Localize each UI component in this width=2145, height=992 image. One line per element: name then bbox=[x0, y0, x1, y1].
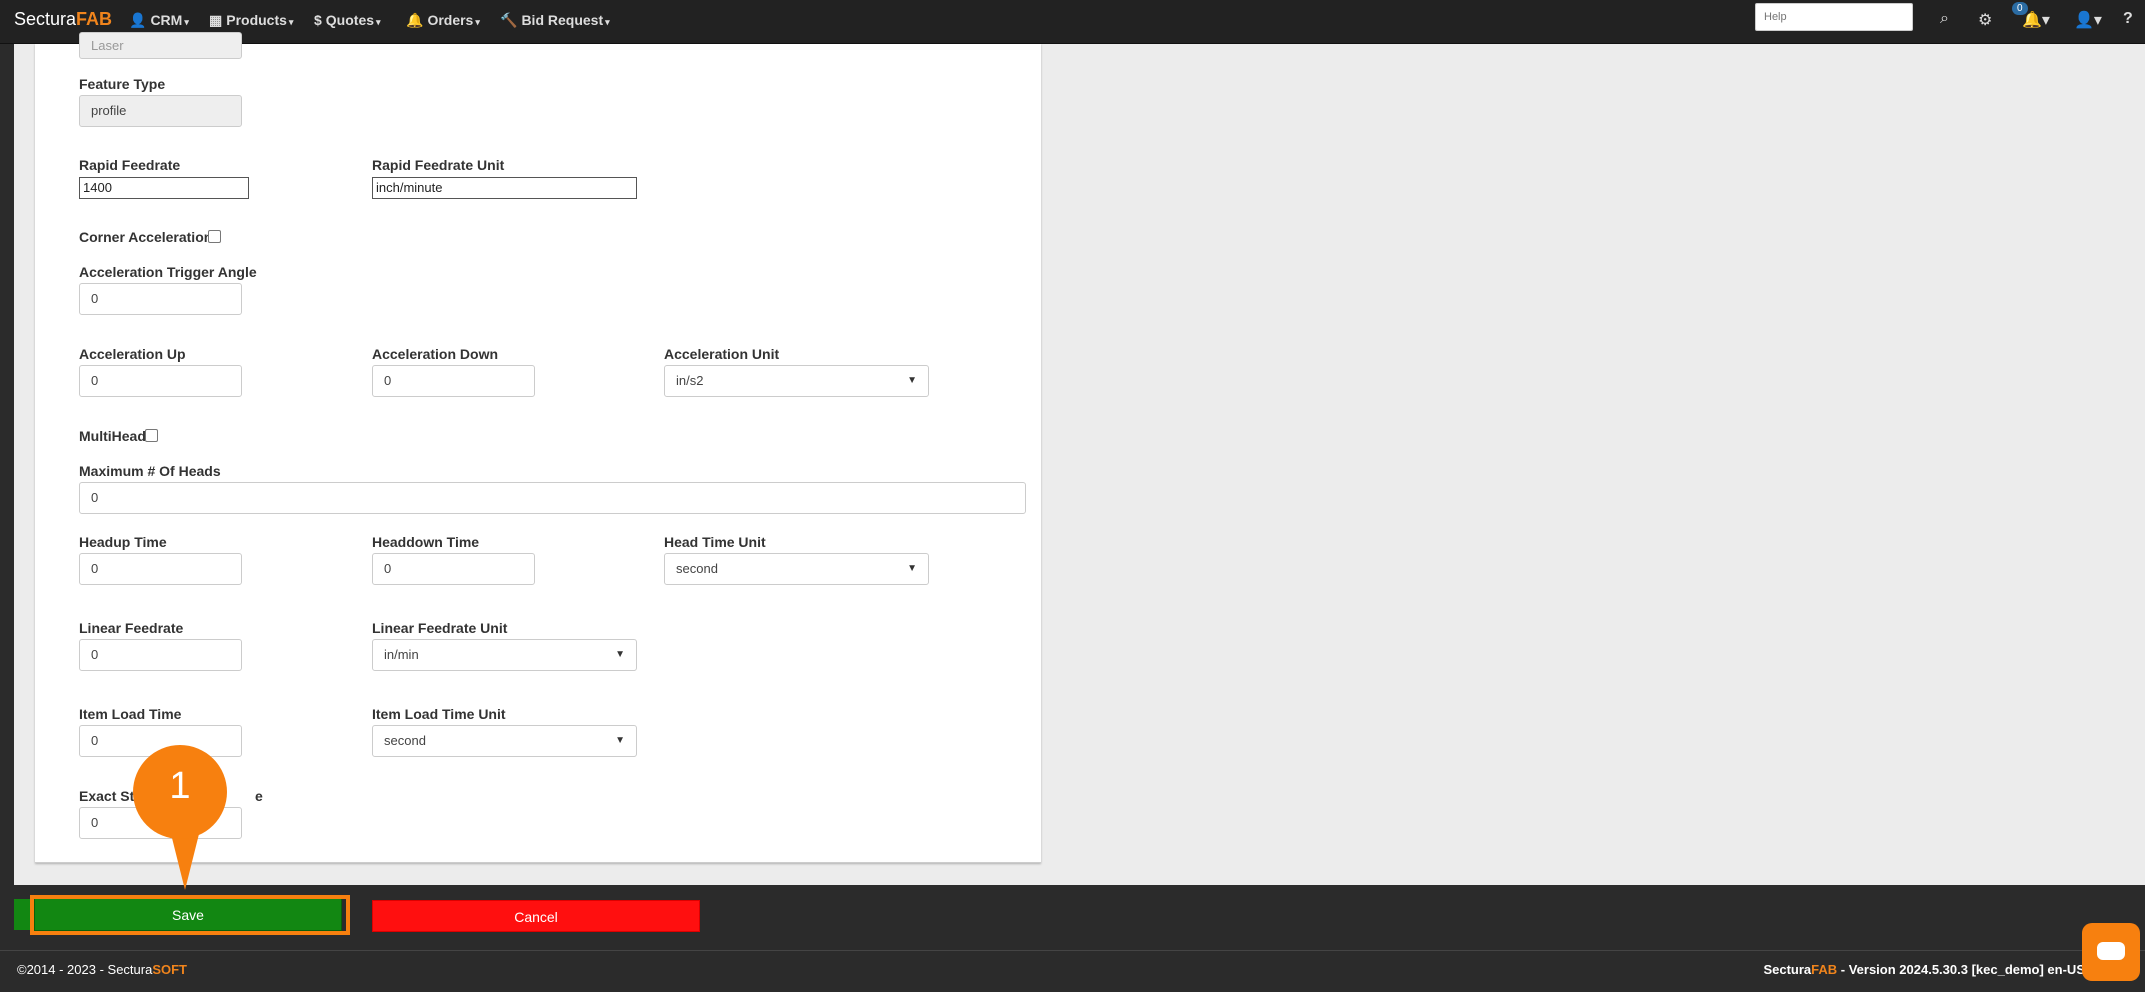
item-load-time-unit-select[interactable]: second ▼ bbox=[372, 725, 637, 757]
headdown-time-label: Headdown Time bbox=[372, 534, 480, 550]
multihead-checkbox[interactable] bbox=[145, 429, 158, 442]
headdown-time-input[interactable]: 0 bbox=[372, 553, 535, 585]
help-search-input[interactable] bbox=[1755, 3, 1913, 31]
rapid-feedrate-input[interactable]: 1400 bbox=[79, 177, 249, 199]
caret-down-icon: ▾ bbox=[184, 17, 189, 27]
maximum-heads-input[interactable]: 0 bbox=[79, 482, 1026, 514]
user-icon: 👤 bbox=[129, 12, 147, 28]
multihead-label: MultiHead bbox=[79, 428, 146, 444]
item-load-time-label: Item Load Time bbox=[79, 706, 182, 722]
corner-acceleration-checkbox[interactable] bbox=[208, 230, 221, 243]
brand-logo[interactable]: SecturaFAB bbox=[14, 9, 112, 30]
acceleration-unit-select[interactable]: in/s2 ▼ bbox=[664, 365, 929, 397]
gear-icon[interactable]: ⚙ bbox=[1978, 10, 1992, 30]
machine-settings-form: Laser Feature Type profile Rapid Feedrat… bbox=[35, 32, 1041, 863]
cancel-button[interactable]: Cancel bbox=[372, 900, 700, 932]
exact-stop-label-end: e bbox=[255, 788, 263, 804]
exact-stop-label: Exact St bbox=[79, 788, 135, 804]
dropdown-arrow-icon: ▼ bbox=[615, 649, 625, 660]
acceleration-trigger-angle-input[interactable]: 0 bbox=[79, 283, 242, 315]
feature-type-field: profile bbox=[79, 95, 242, 127]
maximum-heads-label: Maximum # Of Heads bbox=[79, 463, 221, 479]
rapid-feedrate-label: Rapid Feedrate bbox=[79, 157, 181, 173]
head-time-unit-label: Head Time Unit bbox=[664, 534, 766, 550]
nav-products[interactable]: ▦ Products ▾ bbox=[209, 12, 293, 29]
user-menu-icon[interactable]: 👤▾ bbox=[2074, 10, 2102, 30]
copyright-text: ©2014 - 2023 - SecturaSOFT bbox=[17, 962, 187, 977]
headup-time-label: Headup Time bbox=[79, 534, 167, 550]
rapid-feedrate-unit-input[interactable]: inch/minute bbox=[372, 177, 637, 199]
corner-acceleration-label: Corner Acceleration bbox=[79, 229, 213, 245]
acceleration-trigger-angle-label: Acceleration Trigger Angle bbox=[79, 264, 257, 280]
notifications-bell-icon[interactable]: 🔔▾ bbox=[2022, 10, 2050, 30]
item-load-time-unit-label: Item Load Time Unit bbox=[372, 706, 506, 722]
rapid-feedrate-unit-label: Rapid Feedrate Unit bbox=[372, 157, 505, 173]
chat-bubble-icon bbox=[2097, 942, 2125, 960]
acceleration-up-input[interactable]: 0 bbox=[79, 365, 242, 397]
dropdown-arrow-icon: ▼ bbox=[907, 563, 917, 574]
feature-type-label: Feature Type bbox=[79, 76, 166, 92]
headup-time-input[interactable]: 0 bbox=[79, 553, 242, 585]
table-icon: ▦ bbox=[209, 12, 223, 28]
caret-down-icon: ▾ bbox=[475, 17, 480, 27]
bell-icon: 🔔 bbox=[406, 12, 424, 28]
step-marker-number: 1 bbox=[169, 765, 191, 807]
help-question-icon[interactable]: ? bbox=[2123, 10, 2133, 28]
nav-bid-request[interactable]: 🔨 Bid Request ▾ bbox=[500, 12, 610, 29]
acceleration-down-label: Acceleration Down bbox=[372, 346, 499, 362]
gavel-icon: 🔨 bbox=[500, 12, 518, 28]
head-time-unit-select[interactable]: second ▼ bbox=[664, 553, 929, 585]
linear-feedrate-label: Linear Feedrate bbox=[79, 620, 184, 636]
acceleration-unit-label: Acceleration Unit bbox=[664, 346, 780, 362]
nav-quotes[interactable]: $ Quotes ▾ bbox=[314, 12, 381, 28]
dollar-icon: $ bbox=[314, 12, 322, 28]
acceleration-down-input[interactable]: 0 bbox=[372, 365, 535, 397]
nav-crm[interactable]: 👤 CRM ▾ bbox=[129, 12, 189, 29]
caret-down-icon: ▾ bbox=[376, 17, 381, 27]
top-navbar: SecturaFAB 👤 CRM ▾ ▦ Products ▾ $ Quotes ▾ 🔔 Or… bbox=[0, 0, 2145, 44]
linear-feedrate-unit-label: Linear Feedrate Unit bbox=[372, 620, 508, 636]
dropdown-arrow-icon: ▼ bbox=[907, 375, 917, 386]
caret-down-icon: ▾ bbox=[605, 17, 610, 27]
nav-orders[interactable]: 🔔 Orders ▾ bbox=[406, 12, 480, 29]
search-icon[interactable]: ⌕ bbox=[1940, 10, 1949, 28]
dropdown-arrow-icon: ▼ bbox=[615, 735, 625, 746]
linear-feedrate-unit-select[interactable]: in/min ▼ bbox=[372, 639, 637, 671]
linear-feedrate-input[interactable]: 0 bbox=[79, 639, 242, 671]
version-text: SecturaFAB - Version 2024.5.30.3 [kec_de… bbox=[1763, 962, 2085, 977]
acceleration-up-label: Acceleration Up bbox=[79, 346, 186, 362]
save-button-highlight bbox=[30, 895, 350, 935]
process-field: Laser bbox=[79, 32, 242, 59]
caret-down-icon: ▾ bbox=[288, 17, 294, 27]
